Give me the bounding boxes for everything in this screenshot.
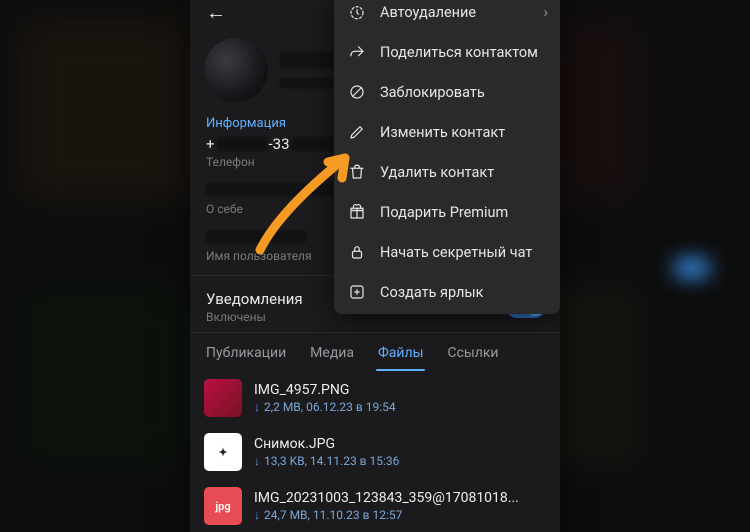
timer-icon	[348, 3, 366, 21]
block-icon	[348, 83, 366, 101]
file-row[interactable]: ✦ Снимок.JPG ↓13,3 KB, 14.11.23 в 15:36	[190, 425, 560, 479]
menu-item-secret[interactable]: Начать секретный чат	[334, 232, 560, 272]
menu-item-share[interactable]: Поделиться контактом	[334, 32, 560, 72]
menu-label: Автоудаление	[380, 4, 476, 21]
tab-files[interactable]: Файлы	[366, 333, 435, 371]
file-name: IMG_4957.PNG	[254, 382, 546, 398]
menu-item-shortcut[interactable]: Создать ярлык	[334, 272, 560, 312]
gift-icon	[348, 203, 366, 221]
menu-label: Создать ярлык	[380, 284, 484, 301]
file-thumbnail: ✦	[204, 433, 242, 471]
phone-screen: ← Информация + -33 Телефон О себе Имя по…	[190, 0, 560, 532]
menu-item-delete[interactable]: Удалить контакт	[334, 152, 560, 192]
tab-media[interactable]: Медиа	[298, 333, 366, 371]
menu-label: Удалить контакт	[380, 164, 494, 181]
file-meta: ↓24,7 MB, 11.10.23 в 12:57	[254, 508, 546, 522]
menu-label: Заблокировать	[380, 84, 485, 101]
background-accent	[674, 259, 710, 277]
redacted-username	[206, 230, 306, 243]
trash-icon	[348, 163, 366, 181]
file-name: Снимок.JPG	[254, 436, 546, 452]
share-icon	[348, 43, 366, 61]
avatar[interactable]	[204, 38, 268, 102]
context-menu: Автоудаление › Поделиться контактом Забл…	[334, 0, 560, 314]
tab-posts[interactable]: Публикации	[194, 333, 298, 371]
notifications-status: Включены	[206, 310, 303, 324]
file-row[interactable]: IMG_4957.PNG ↓2,2 MB, 06.12.23 в 19:54	[190, 371, 560, 425]
file-meta: ↓2,2 MB, 06.12.23 в 19:54	[254, 400, 546, 414]
menu-label: Начать секретный чат	[380, 244, 532, 261]
menu-label: Поделиться контактом	[380, 44, 538, 61]
menu-item-gift[interactable]: Подарить Premium	[334, 192, 560, 232]
chevron-right-icon: ›	[543, 3, 548, 21]
tab-links[interactable]: Ссылки	[435, 333, 510, 371]
file-row[interactable]: jpg IMG_20231003_123843_359@17081018... …	[190, 479, 560, 532]
menu-label: Подарить Premium	[380, 204, 508, 221]
file-thumbnail	[204, 379, 242, 417]
lock-icon	[348, 243, 366, 261]
back-button[interactable]: ←	[200, 0, 232, 27]
file-name: IMG_20231003_123843_359@17081018...	[254, 490, 546, 506]
file-thumbnail: jpg	[204, 487, 242, 525]
file-meta: ↓13,3 KB, 14.11.23 в 15:36	[254, 454, 546, 468]
menu-item-block[interactable]: Заблокировать	[334, 72, 560, 112]
menu-item-edit[interactable]: Изменить контакт	[334, 112, 560, 152]
add-shortcut-icon	[348, 283, 366, 301]
tabs: Публикации Медиа Файлы Ссылки	[190, 332, 560, 371]
menu-item-autodelete[interactable]: Автоудаление ›	[334, 0, 560, 32]
pencil-icon	[348, 123, 366, 141]
menu-label: Изменить контакт	[380, 124, 505, 141]
notifications-title: Уведомления	[206, 290, 303, 308]
